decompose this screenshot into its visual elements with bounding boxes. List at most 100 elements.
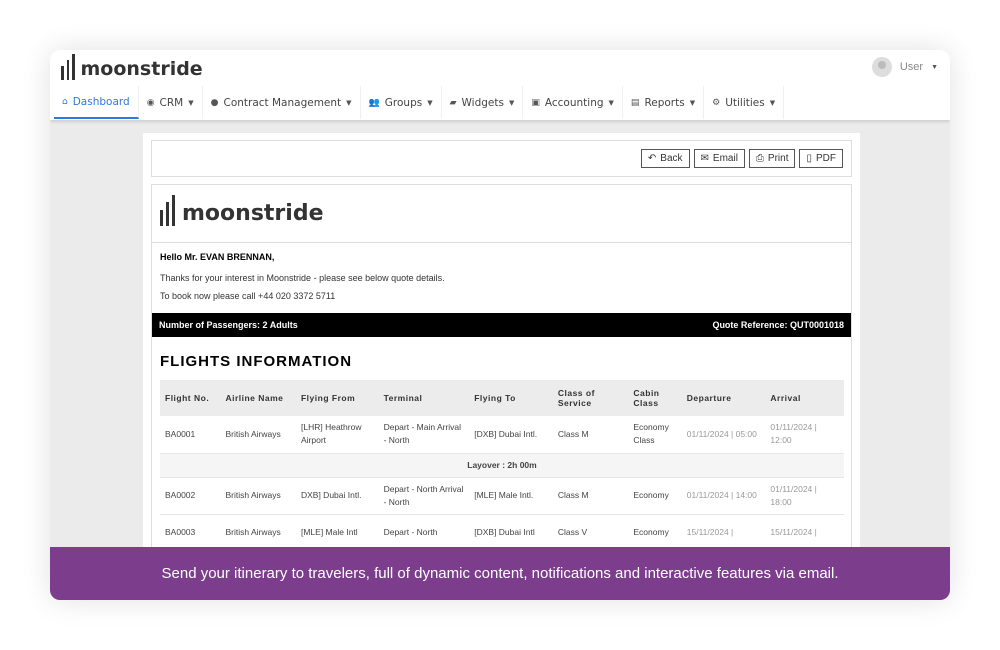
print-button[interactable]: ⎙ Print xyxy=(748,149,796,168)
nav-label: Reports xyxy=(644,96,685,109)
brand-name: moonstride xyxy=(80,58,203,80)
document-toolbar: ↶ Back ✉ Email ⎙ Print ▯ PDF xyxy=(151,140,852,177)
quote-content: moonstride Hello Mr. EVAN BRENNAN, Thank… xyxy=(151,184,852,600)
pdf-button[interactable]: ▯ PDF xyxy=(799,149,843,168)
avatar xyxy=(871,57,892,77)
chevron-down-icon: ▼ xyxy=(769,98,776,107)
chevron-down-icon: ▼ xyxy=(427,98,433,107)
pdf-file-icon: ▯ xyxy=(806,153,812,164)
main-nav: ⌂ Dashboard ◉ CRM ▼ ● Contract Management ▼ 👥 Gro… xyxy=(54,86,785,119)
chevron-down-icon: ▼ xyxy=(931,63,938,71)
quote-brand: moonstride xyxy=(182,201,324,226)
cogs-icon: ⚙ xyxy=(712,97,721,108)
intro-text: Thanks for your interest in Moonstride -… xyxy=(160,273,445,283)
table-cell: [LHR] Heathrow Airport xyxy=(295,416,379,454)
quote-logo: moonstride xyxy=(160,195,324,226)
nav-item-groups[interactable]: 👥 Groups ▼ xyxy=(361,86,442,119)
chevron-down-icon: ▼ xyxy=(346,98,352,107)
nav-item-crm[interactable]: ◉ CRM ▼ xyxy=(139,86,203,119)
home-icon: ⌂ xyxy=(62,96,68,107)
promo-banner: Send your itinerary to travelers, full o… xyxy=(50,547,950,600)
nav-item-dashboard[interactable]: ⌂ Dashboard xyxy=(54,86,139,119)
column-header: Flying To xyxy=(469,380,553,416)
table-header: Flight No. Airline Name Flying From Termina… xyxy=(160,380,844,416)
table-row: BA0001 British Airways [LHR] Heathrow Airp… xyxy=(160,416,844,454)
nav-label: CRM xyxy=(159,96,184,109)
table-cell: [DXB] Dubai Intl xyxy=(469,514,553,552)
section-title: FLIGHTS INFORMATION xyxy=(160,353,353,370)
column-header: Departure xyxy=(681,380,766,416)
table-cell: Class V xyxy=(552,514,629,552)
user-name: User xyxy=(899,61,924,73)
nav-item-accounting[interactable]: ▣ Accounting ▼ xyxy=(523,86,623,119)
table-cell: BA0003 xyxy=(160,514,221,552)
booking-phone-text: To book now please call +44 020 3372 571… xyxy=(160,291,336,301)
passenger-count: Number of Passengers: 2 Adults xyxy=(159,320,298,330)
table-cell: Economy xyxy=(628,514,682,552)
nav-label: Utilities xyxy=(725,96,765,109)
back-arrow-icon: ↶ xyxy=(647,153,657,164)
chevron-down-icon: ▼ xyxy=(689,98,696,107)
nav-label: Dashboard xyxy=(72,95,130,108)
table-cell: British Airways xyxy=(220,477,296,515)
table-cell: [MLE] Male Intl. xyxy=(469,477,553,515)
chevron-down-icon: ▼ xyxy=(508,98,515,107)
nav-item-reports[interactable]: ▤ Reports ▼ xyxy=(623,86,705,119)
globe-icon: ● xyxy=(210,97,219,108)
file-icon: ▤ xyxy=(630,97,640,108)
table-cell: 01/11/2024 | 18:00 xyxy=(765,477,844,515)
chevron-down-icon: ▼ xyxy=(608,98,614,107)
table-cell: Economy Class xyxy=(628,416,682,454)
brand-logo[interactable]: moonstride xyxy=(61,54,203,80)
column-header: Class of Service xyxy=(552,380,629,416)
logo-bars-icon xyxy=(160,195,175,226)
top-header: moonstride User ▼ ⌂ Dashboard ◉ CRM ▼ ● Contrac… xyxy=(50,50,950,120)
table-cell: [MLE] Male Intl xyxy=(295,514,379,552)
nav-item-widgets[interactable]: ▰ Widgets ▼ xyxy=(442,86,524,119)
print-icon: ⎙ xyxy=(755,153,764,164)
logo-bars-icon xyxy=(61,54,75,80)
nav-label: Accounting xyxy=(544,96,604,109)
table-cell: British Airways xyxy=(220,416,296,454)
column-header: Terminal xyxy=(378,380,470,416)
flights-table: Flight No. Airline Name Flying From Termina… xyxy=(160,380,844,552)
greeting: Hello Mr. EVAN BRENNAN, xyxy=(160,252,275,262)
quote-summary-bar: Number of Passengers: 2 Adults Quote Refe… xyxy=(152,313,851,337)
quote-document: ↶ Back ✉ Email ⎙ Print ▯ PDF moonstride Hell… xyxy=(143,133,860,600)
table-cell: British Airways xyxy=(220,514,296,552)
table-cell: [DXB] Dubai Intl. xyxy=(469,416,553,454)
envelope-icon: ✉ xyxy=(700,153,709,164)
email-label: Email xyxy=(712,153,738,164)
nav-item-utilities[interactable]: ⚙ Utilities ▼ xyxy=(704,86,785,119)
table-cell: 01/11/2024 | 05:00 xyxy=(681,416,766,454)
layover-row: Layover : 2h 00m xyxy=(160,453,844,478)
nav-label: Widgets xyxy=(461,96,504,109)
table-cell: BA0001 xyxy=(160,416,221,454)
nav-item-contract-management[interactable]: ● Contract Management ▼ xyxy=(203,86,361,119)
table-cell: 01/11/2024 | 14:00 xyxy=(681,477,766,515)
back-label: Back xyxy=(660,153,683,164)
back-button[interactable]: ↶ Back xyxy=(640,149,690,168)
print-label: Print xyxy=(767,153,789,164)
table-cell: Economy xyxy=(628,477,682,515)
nav-label: Contract Management xyxy=(223,96,342,109)
user-menu[interactable]: User ▼ xyxy=(871,57,938,77)
column-header: Cabin Class xyxy=(628,380,682,416)
table-row: BA0003 British Airways [MLE] Male Intl Depa… xyxy=(160,514,844,552)
layover-text: Layover : 2h 00m xyxy=(160,453,844,478)
column-header: Airline Name xyxy=(220,380,296,416)
users-icon: 👥 xyxy=(368,97,380,108)
column-header: Flying From xyxy=(295,380,379,416)
folder-open-icon: ▰ xyxy=(449,97,457,108)
table-cell: DXB] Dubai Intl. xyxy=(295,477,379,515)
divider xyxy=(152,242,851,243)
app-window: moonstride User ▼ ⌂ Dashboard ◉ CRM ▼ ● Contrac… xyxy=(50,50,950,600)
table-cell: Class M xyxy=(552,416,629,454)
column-header: Flight No. xyxy=(160,380,221,416)
nav-label: Groups xyxy=(384,96,423,109)
table-cell: Depart - Main Arrival - North xyxy=(378,416,470,454)
user-circle-icon: ◉ xyxy=(146,97,155,108)
table-cell: 15/11/2024 | xyxy=(681,514,766,552)
quote-reference: Quote Reference: QUT0001018 xyxy=(712,320,844,330)
email-button[interactable]: ✉ Email xyxy=(693,149,745,168)
